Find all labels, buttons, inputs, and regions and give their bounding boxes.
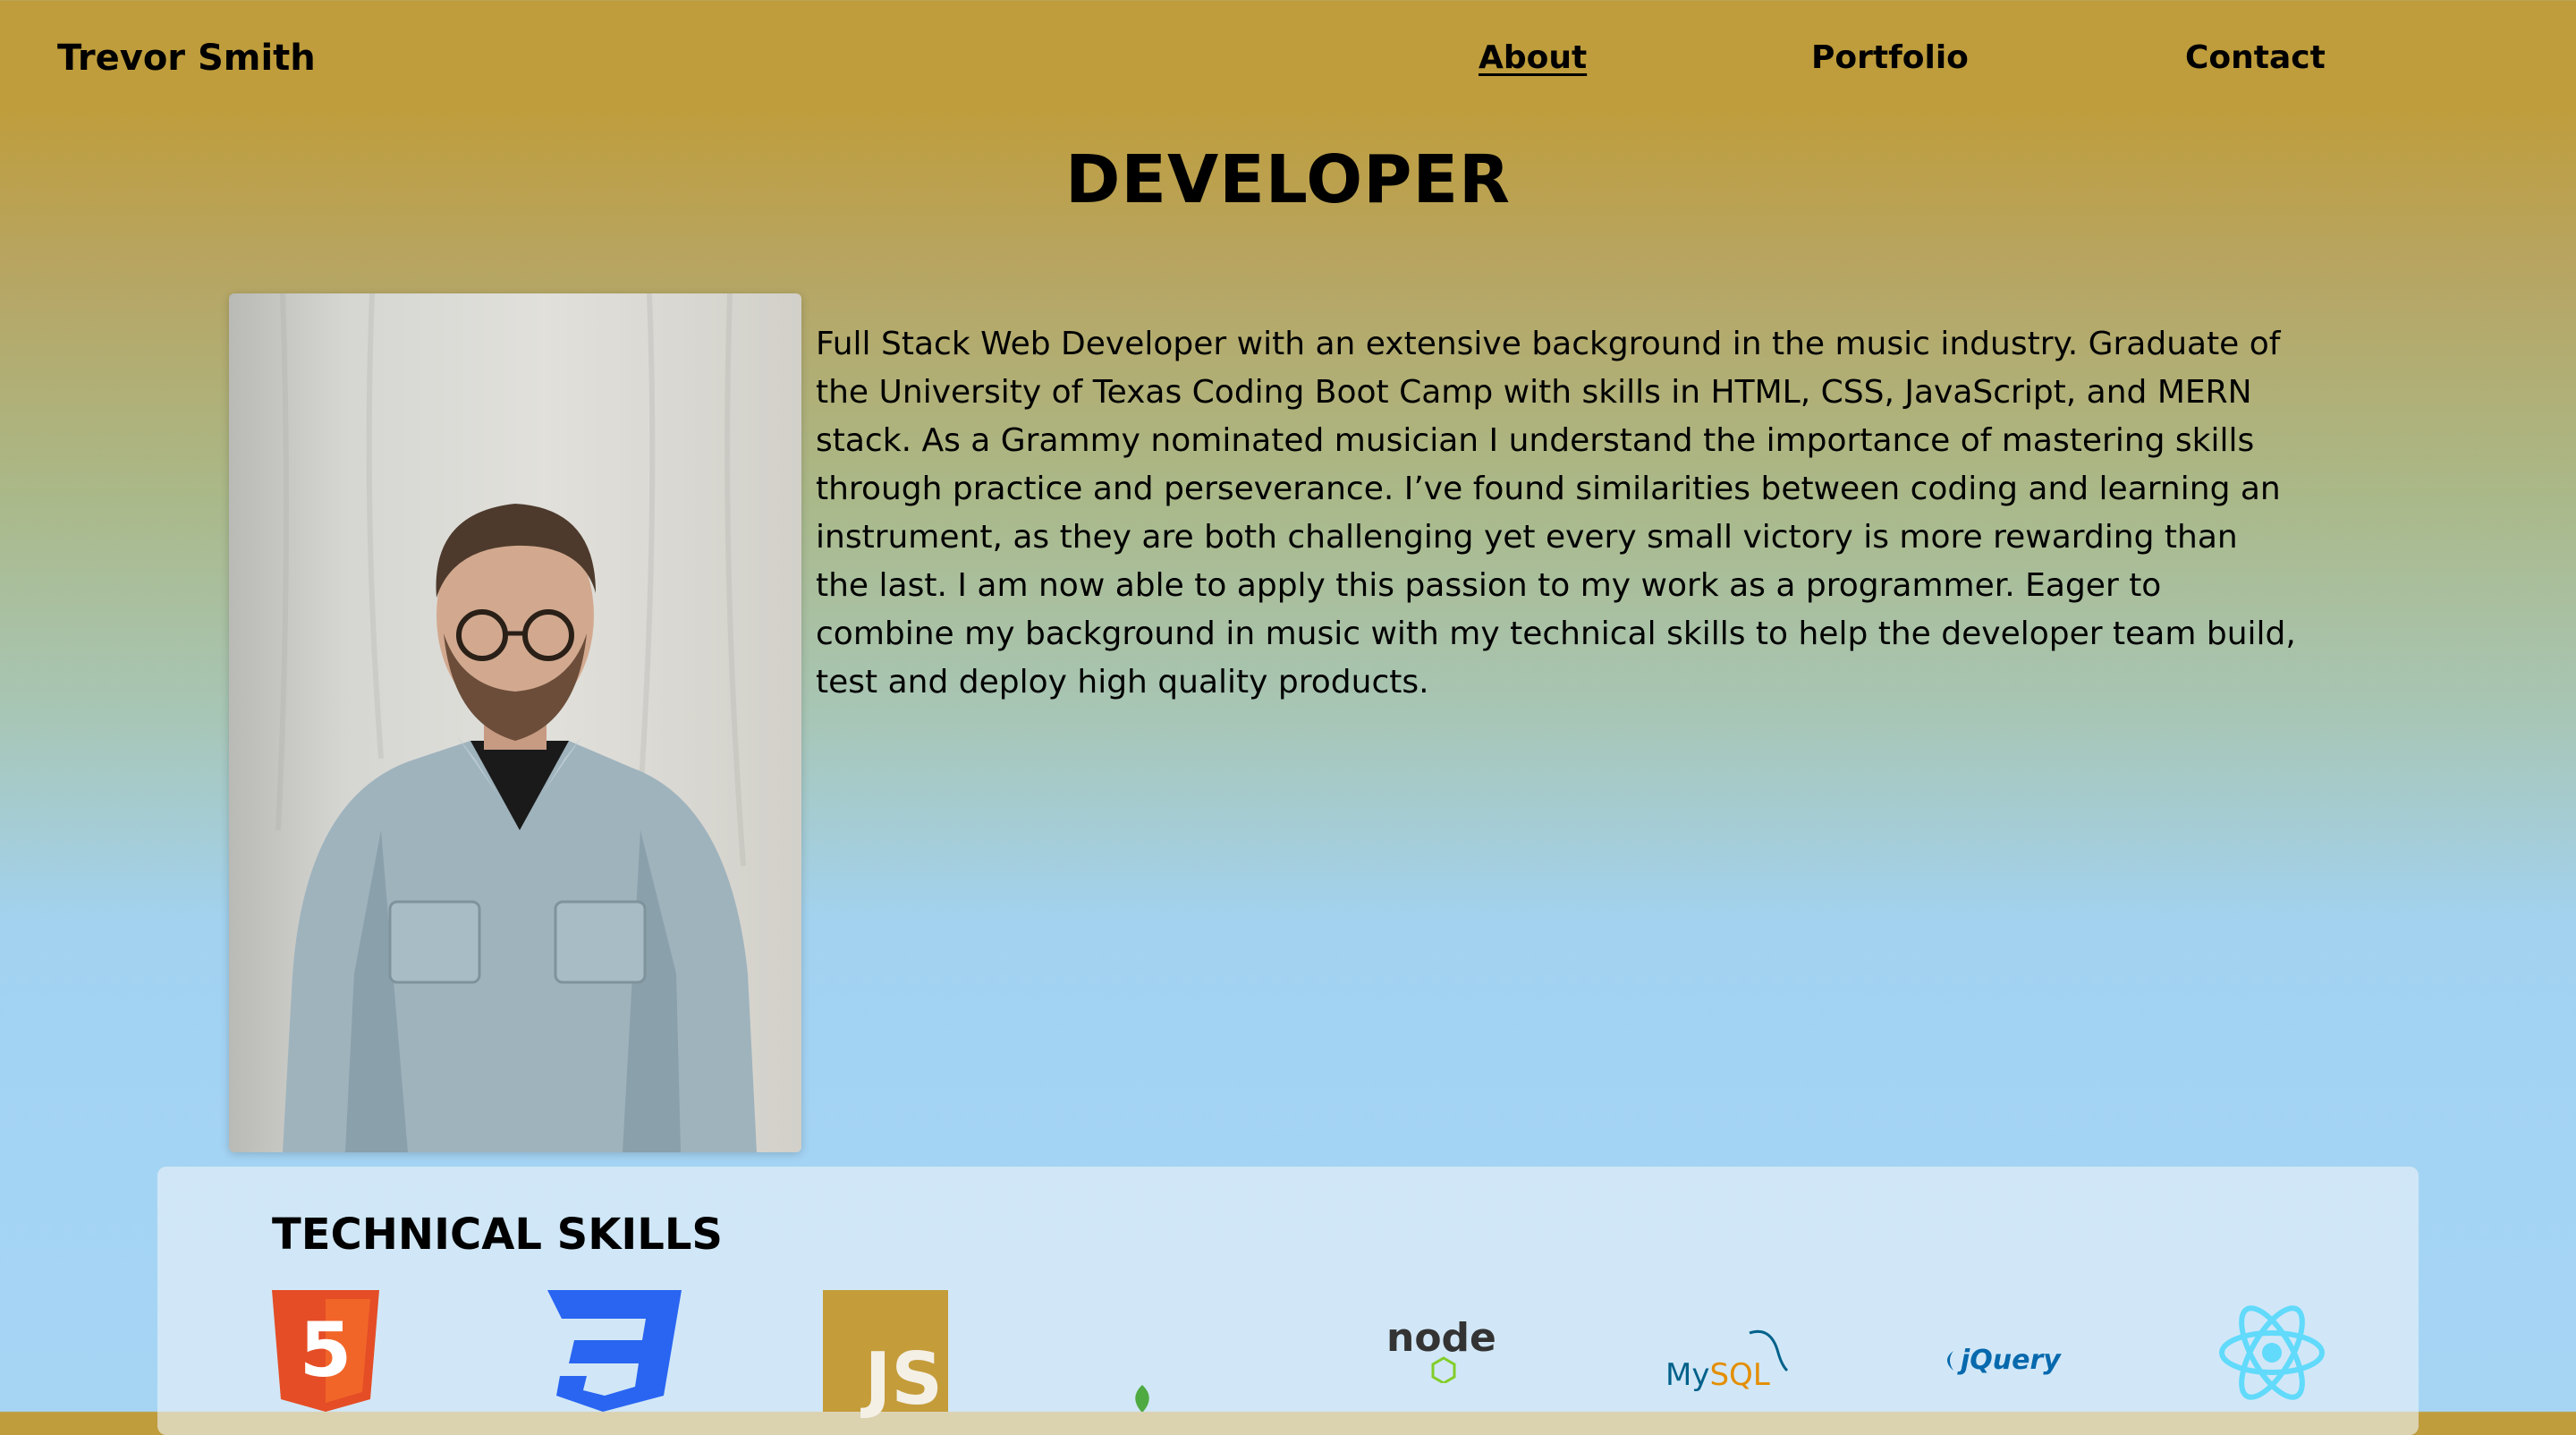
mysql-label-my: My [1665,1357,1709,1393]
page-title: DEVELOPER [1065,141,1511,218]
nodejs-label: node [1386,1315,1496,1361]
html5-label: 5 [300,1306,352,1394]
javascript-label: JS [864,1337,943,1421]
profile-photo [229,293,801,1152]
react-icon [2218,1304,2326,1401]
bio-text: Full Stack Web Developer with an extensi… [816,326,2296,701]
nav-link-about[interactable]: About [1479,39,1587,76]
nav-link-portfolio[interactable]: Portfolio [1811,39,1969,76]
html5-icon: 5 [272,1290,379,1412]
mysql-icon: MySQL [1664,1326,1798,1394]
mongodb-icon [1129,1385,1156,1412]
svg-text:MySQL: MySQL [1665,1357,1770,1393]
skills-card [157,1167,2419,1435]
javascript-icon: JS [823,1290,948,1421]
nav-link-contact[interactable]: Contact [2185,39,2326,76]
skills-title: TECHNICAL SKILLS [272,1210,723,1260]
mysql-label-sql: SQL [1709,1357,1769,1393]
jquery-icon: jQuery [1941,1338,2075,1381]
jquery-label: jQuery [1957,1345,2062,1376]
css3-icon [547,1290,682,1412]
site-header: Trevor Smith About Portfolio Contact [0,0,2576,125]
site-brand[interactable]: Trevor Smith [57,38,316,79]
nodejs-icon: node [1386,1312,1503,1385]
